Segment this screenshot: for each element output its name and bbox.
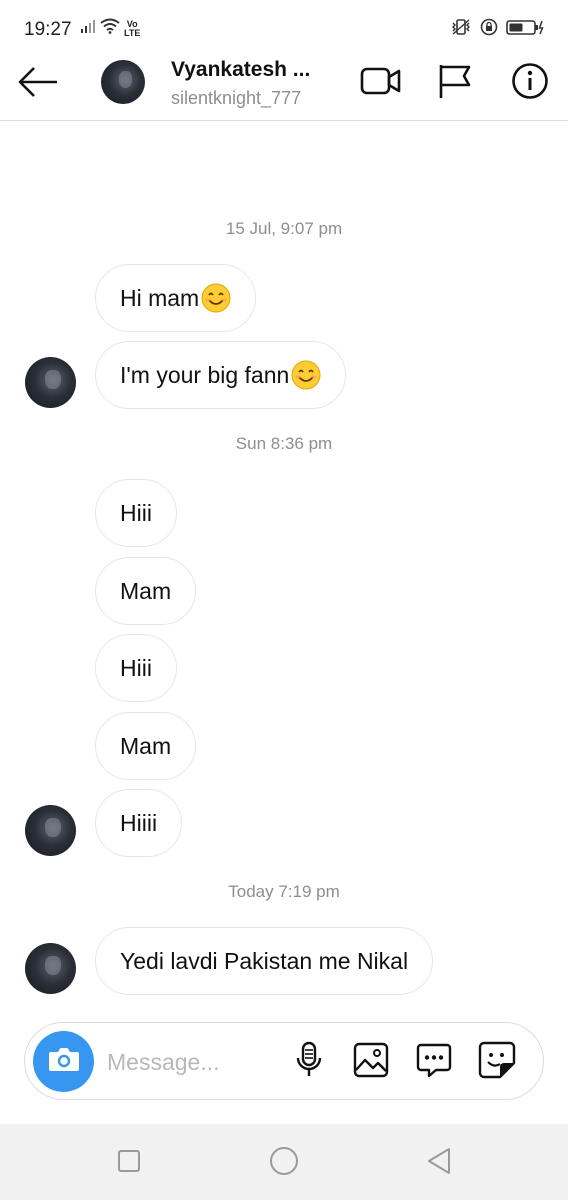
info-button[interactable] bbox=[509, 62, 551, 104]
sender-avatar[interactable] bbox=[25, 805, 76, 856]
status-left-icons: Vo LTE bbox=[80, 18, 140, 39]
message-text: Hiii bbox=[120, 654, 152, 681]
header-avatar[interactable] bbox=[101, 60, 145, 104]
message-composer bbox=[24, 1022, 544, 1100]
flag-icon bbox=[436, 62, 474, 105]
contact-name[interactable]: Vyankatesh ... bbox=[171, 58, 310, 82]
message-input[interactable] bbox=[107, 1045, 287, 1079]
home-button[interactable] bbox=[267, 1146, 301, 1180]
status-time: 19:27 bbox=[24, 19, 72, 40]
gallery-button[interactable] bbox=[351, 1042, 391, 1082]
message-text: Mam bbox=[120, 732, 172, 759]
signal-icon bbox=[80, 18, 96, 39]
chat-timestamp: Sun 8:36 pm bbox=[235, 434, 333, 453]
smile-emoji-icon bbox=[201, 283, 231, 313]
gallery-icon bbox=[353, 1042, 389, 1083]
battery-icon bbox=[506, 18, 546, 41]
message-bubble[interactable]: Hi mam bbox=[95, 264, 257, 332]
message-text: Yedi lavdi Pakistan me Nikal bbox=[120, 947, 409, 974]
chat-timestamp: Today 7:19 pm bbox=[228, 882, 340, 901]
contact-username[interactable]: silentknight_777 bbox=[171, 88, 301, 109]
message-text: Hi mam bbox=[120, 284, 200, 311]
more-icon bbox=[416, 1042, 452, 1083]
sticker-button[interactable] bbox=[477, 1041, 517, 1084]
microphone-icon bbox=[294, 1041, 324, 1084]
wifi-icon bbox=[100, 18, 120, 39]
recent-apps-button[interactable] bbox=[112, 1146, 146, 1180]
back-arrow-icon bbox=[17, 66, 59, 103]
camera-icon bbox=[48, 1045, 80, 1078]
system-nav-bar bbox=[0, 1124, 568, 1200]
chat-header: Vyankatesh ... silentknight_777 bbox=[0, 58, 568, 121]
camera-button[interactable] bbox=[33, 1031, 94, 1092]
smile-emoji-icon bbox=[291, 360, 321, 390]
message-bubble[interactable]: I'm your big fann bbox=[95, 341, 347, 409]
circle-icon bbox=[269, 1146, 299, 1181]
message-text: Hiiii bbox=[120, 809, 158, 836]
sender-avatar[interactable] bbox=[25, 357, 76, 408]
video-call-icon bbox=[360, 64, 402, 103]
sticker-icon bbox=[478, 1041, 516, 1084]
sender-avatar[interactable] bbox=[25, 943, 76, 994]
message-bubble[interactable]: Mam bbox=[95, 712, 197, 780]
message-text: Mam bbox=[120, 577, 172, 604]
message-bubble[interactable]: Hiii bbox=[95, 479, 177, 547]
status-bar: 19:27 Vo LTE bbox=[0, 0, 568, 58]
voice-message-button[interactable] bbox=[289, 1041, 329, 1084]
rotation-lock-icon bbox=[480, 18, 498, 41]
volte-icon: Vo LTE bbox=[124, 19, 141, 38]
message-text: Hiii bbox=[120, 499, 152, 526]
video-call-button[interactable] bbox=[360, 62, 402, 104]
message-bubble[interactable]: Hiii bbox=[95, 634, 177, 702]
square-icon bbox=[117, 1149, 141, 1178]
back-button[interactable] bbox=[16, 64, 60, 104]
volte-bottom-label: LTE bbox=[124, 27, 141, 38]
status-right-icons bbox=[450, 18, 546, 41]
info-icon bbox=[511, 62, 549, 105]
report-flag-button[interactable] bbox=[434, 62, 476, 104]
triangle-back-icon bbox=[426, 1147, 452, 1180]
nav-back-button[interactable] bbox=[422, 1146, 456, 1180]
vibrate-icon bbox=[450, 18, 472, 41]
message-bubble[interactable]: Mam bbox=[95, 557, 197, 625]
chat-timestamp: 15 Jul, 9:07 pm bbox=[225, 219, 343, 238]
message-bubble[interactable]: Hiiii bbox=[95, 789, 183, 857]
message-text: I'm your big fann bbox=[120, 361, 290, 388]
more-options-button[interactable] bbox=[414, 1042, 454, 1082]
message-bubble[interactable]: Yedi lavdi Pakistan me Nikal bbox=[95, 927, 434, 995]
